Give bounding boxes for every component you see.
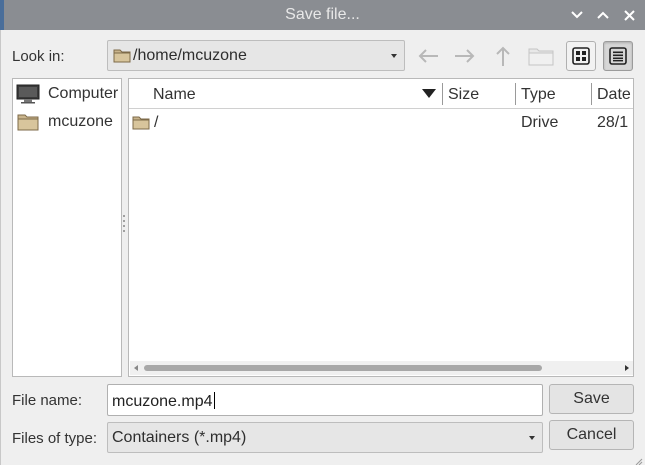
sidebar-item-computer[interactable]: Computer <box>16 82 118 106</box>
resize-grip-icon[interactable] <box>633 453 643 465</box>
file-type-combo[interactable]: Containers (*.mp4) <box>107 422 543 453</box>
dropdown-arrow-icon <box>391 54 397 58</box>
sidebar-item-mcuzone[interactable]: mcuzone <box>16 110 113 134</box>
new-folder-icon <box>528 48 554 66</box>
icon-view-icon <box>572 47 590 65</box>
file-name-cell: / <box>154 114 159 131</box>
file-date-cell: 28/1 <box>597 114 629 131</box>
file-name-value: mcuzone.mp4 <box>112 392 215 410</box>
save-button[interactable]: Save <box>549 384 634 414</box>
column-header-type[interactable]: Type <box>521 86 556 104</box>
folder-icon <box>113 48 131 67</box>
minimize-button[interactable] <box>567 5 587 25</box>
scroll-right-icon[interactable] <box>625 365 629 371</box>
new-folder-button[interactable] <box>526 41 556 71</box>
scroll-left-icon[interactable] <box>134 365 138 371</box>
up-button[interactable] <box>488 41 518 71</box>
horizontal-scrollbar[interactable] <box>130 361 633 375</box>
chevron-up-icon <box>597 11 609 19</box>
column-header-date[interactable]: Date <box>597 86 631 104</box>
forward-button[interactable] <box>450 41 480 71</box>
forward-arrow-icon <box>455 49 475 63</box>
look-in-combo[interactable]: /home/mcuzone <box>107 40 405 71</box>
column-divider[interactable] <box>591 83 592 105</box>
maximize-button[interactable] <box>593 5 613 25</box>
file-name-input[interactable]: mcuzone.mp4 <box>107 384 543 416</box>
column-divider[interactable] <box>442 83 443 105</box>
title-bar[interactable]: Save file... <box>0 0 645 30</box>
look-in-label: Look in: <box>12 48 65 65</box>
icon-view-button[interactable] <box>566 41 596 71</box>
save-file-dialog: Look in: /home/mcuzone Computer mcuzone … <box>0 30 645 465</box>
detail-view-button[interactable] <box>603 41 633 71</box>
column-header-size[interactable]: Size <box>448 86 479 104</box>
window-title: Save file... <box>285 6 360 23</box>
back-arrow-icon <box>418 49 438 63</box>
scrollbar-thumb[interactable] <box>144 365 542 371</box>
folder-icon <box>16 111 40 133</box>
back-button[interactable] <box>413 41 443 71</box>
file-name-label: File name: <box>12 392 83 409</box>
file-type-cell: Drive <box>521 114 559 131</box>
computer-icon <box>16 83 40 105</box>
file-type-value: Containers (*.mp4) <box>112 429 247 446</box>
column-header-name[interactable]: Name <box>153 86 196 104</box>
file-list[interactable]: Name Size Type Date / Drive 28/1 <box>128 78 634 377</box>
chevron-down-icon <box>571 11 583 19</box>
sidebar-item-label: mcuzone <box>48 113 113 130</box>
folder-icon <box>132 115 150 134</box>
sidebar-item-label: Computer <box>48 85 119 102</box>
look-in-path: /home/mcuzone <box>133 47 247 64</box>
table-row[interactable]: / Drive 28/1 <box>129 110 633 136</box>
detail-view-icon <box>609 47 627 65</box>
up-arrow-icon <box>496 46 510 66</box>
dropdown-arrow-icon <box>529 436 535 440</box>
close-button[interactable] <box>619 5 639 25</box>
cancel-button[interactable]: Cancel <box>549 420 634 450</box>
column-divider[interactable] <box>515 83 516 105</box>
splitter-handle[interactable] <box>123 215 126 241</box>
file-type-label: Files of type: <box>12 430 98 447</box>
file-list-header: Name Size Type Date <box>129 79 633 109</box>
close-icon <box>623 9 635 21</box>
sort-descending-icon <box>422 89 436 98</box>
places-sidebar: Computer mcuzone <box>12 78 122 377</box>
